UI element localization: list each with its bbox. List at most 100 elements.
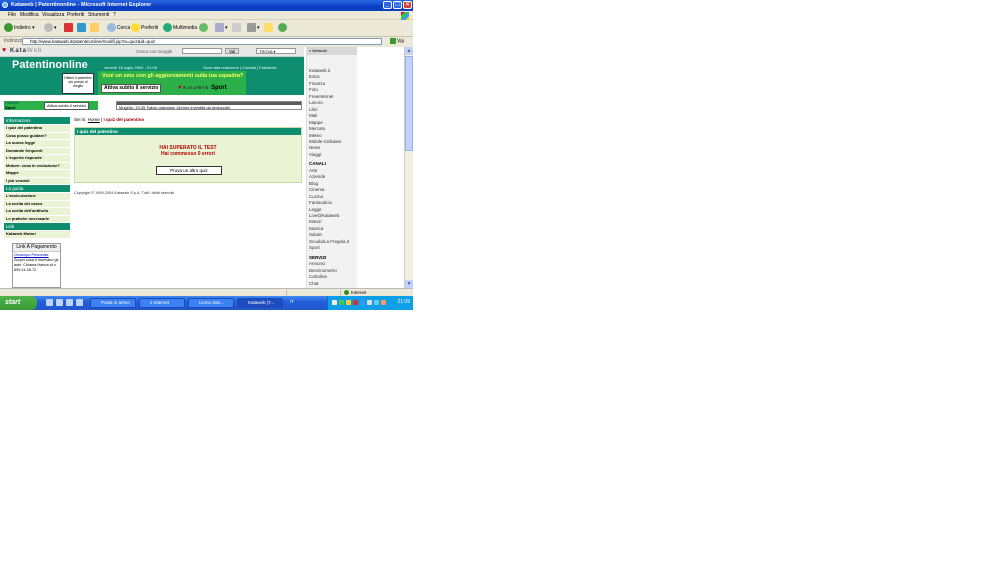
ad-activate-button[interactable]: Attiva subito il servizio <box>101 84 161 93</box>
kataweb-sport-logo: ♥ KataWeb Sport <box>178 85 227 91</box>
search-button[interactable]: Cerca <box>107 22 130 34</box>
volume-icon[interactable] <box>381 300 386 305</box>
taskbar: start Posta in arrivo 2 Internet Uomo si… <box>0 296 413 310</box>
top-links[interactable]: Scrivi alla redazione | Contatti | Pubbl… <box>203 65 276 70</box>
nav-item[interactable]: Domande frequenti <box>4 148 70 155</box>
search-icon <box>107 23 116 32</box>
ie-quicklaunch-icon[interactable] <box>56 299 63 306</box>
vertical-scrollbar[interactable]: ▲ ▼ <box>404 47 413 288</box>
history-button[interactable] <box>199 22 209 34</box>
language-indicator[interactable]: IT <box>287 298 307 308</box>
star-icon <box>131 23 140 32</box>
search-go-button[interactable]: Vai <box>225 48 239 54</box>
print-button[interactable] <box>232 22 242 34</box>
maximize-button[interactable]: □ <box>393 1 402 9</box>
task-kataweb[interactable]: Kataweb (T... <box>237 298 283 308</box>
menu-strumenti[interactable]: Strumenti <box>88 12 109 18</box>
search-scope-select[interactable]: TROVA ▾ <box>256 48 296 54</box>
start-button[interactable]: start <box>0 296 37 310</box>
tray-icon[interactable] <box>353 300 358 305</box>
task-internet[interactable]: 2 Internet <box>139 298 185 308</box>
tray-icon[interactable] <box>360 300 365 305</box>
tray-icon[interactable] <box>374 300 379 305</box>
scroll-down-icon[interactable]: ▼ <box>405 280 413 288</box>
address-input[interactable]: http://www.kataweb.it/patentinonline/mod… <box>22 38 382 45</box>
retry-quiz-button[interactable]: Prova un altro quiz <box>156 166 222 175</box>
network-link[interactable]: Viaggi <box>309 152 355 158</box>
title-bar[interactable]: Kataweb | Patentinonline - Microsoft Int… <box>0 0 413 11</box>
folder-icon <box>264 23 273 32</box>
tray-icon[interactable] <box>332 300 337 305</box>
menu-visualizza[interactable]: Visualizza <box>42 12 64 18</box>
patentinonline-logo[interactable]: Patentinonline <box>12 59 88 71</box>
refresh-icon <box>77 23 86 32</box>
go-button[interactable]: Vai <box>390 38 404 44</box>
tray-icon[interactable] <box>339 300 344 305</box>
task-posta[interactable]: Posta in arrivo <box>90 298 136 308</box>
forward-button[interactable]: ▾ <box>44 22 57 34</box>
nav-item[interactable]: La nuova legge <box>4 140 70 147</box>
forward-arrow-icon <box>44 23 53 32</box>
nav-item[interactable]: I quiz del patentino <box>4 125 70 132</box>
nav-item[interactable]: I più venduti <box>4 178 70 185</box>
outlook-quicklaunch-icon[interactable] <box>66 299 73 306</box>
favorites-button[interactable]: Preferiti <box>131 22 158 34</box>
task-uomo[interactable]: Uomo sitio... <box>188 298 234 308</box>
address-label: Indirizzo <box>4 38 23 44</box>
paid-links-title: Link A Pagamento <box>13 244 60 252</box>
menu-help[interactable]: ? <box>113 12 116 18</box>
media-quicklaunch-icon[interactable] <box>76 299 83 306</box>
network-column: » Network Kataweb.itExtraFinanzaFotoFree… <box>306 47 357 288</box>
folder-button[interactable] <box>264 22 274 34</box>
edit-button[interactable]: ▾ <box>247 22 260 34</box>
back-arrow-icon <box>4 23 13 32</box>
internet-zone: Internet <box>344 290 366 295</box>
messenger-button[interactable] <box>278 22 288 34</box>
nav-item[interactable]: Le pratiche necessarie <box>4 216 70 223</box>
tray-icon[interactable] <box>367 300 372 305</box>
breadcrumb-home-link[interactable]: Home <box>88 117 100 122</box>
mail-button[interactable]: ▾ <box>215 22 228 34</box>
horoscope-link[interactable]: Oroscopo Personale <box>14 253 49 257</box>
copyright: Copyright © 1999-2004 Kataweb S.p.A. Tut… <box>74 191 174 195</box>
nav-item[interactable]: Cosa posso guidare? <box>4 133 70 140</box>
close-button[interactable]: × <box>403 1 412 9</box>
menu-modifica[interactable]: Modifica <box>20 12 39 18</box>
media-button[interactable]: Multimedia <box>163 22 197 34</box>
menu-preferiti[interactable]: Preferiti <box>67 12 84 18</box>
nav-item[interactable]: Kataweb Motori <box>4 231 70 238</box>
scroll-thumb[interactable] <box>405 56 413 151</box>
nav-item[interactable]: Mappe <box>4 170 70 177</box>
strip-activate-button[interactable]: Attiva subito il servizio <box>44 102 89 110</box>
nav-item[interactable]: La scelta del casco <box>4 201 70 208</box>
stop-button[interactable] <box>64 22 74 34</box>
nav-item[interactable]: Motore: cosa in evoluzione? <box>4 163 70 170</box>
scroll-up-icon[interactable]: ▲ <box>405 47 413 55</box>
tray-icon[interactable] <box>346 300 351 305</box>
history-icon <box>199 23 208 32</box>
kataweb-logo[interactable]: KataWeb <box>10 48 42 54</box>
minimize-button[interactable]: _ <box>383 1 392 9</box>
nav-item[interactable]: L'esperto risponde <box>4 155 70 162</box>
network-title: » Network <box>307 47 357 55</box>
menu-file[interactable]: File <box>8 12 16 18</box>
home-button[interactable] <box>90 22 100 34</box>
print-icon <box>232 23 241 32</box>
refresh-button[interactable] <box>77 22 87 34</box>
network-link[interactable]: Chat <box>309 281 355 287</box>
stamp-badge: Ottieni il patentino più presto di megli… <box>62 73 94 94</box>
network-link[interactable]: Sport <box>309 245 355 251</box>
nav-section-title: Link <box>4 223 70 230</box>
toolbar: Indietro ▾ ▾ Cerca Preferiti Multimedia … <box>0 20 413 37</box>
back-button[interactable]: Indietro ▾ <box>4 22 35 34</box>
sms-ad-banner[interactable]: Vuoi un sms con gli aggiornamenti sulla … <box>98 71 246 95</box>
nav-item[interactable]: L'assicurazione <box>4 193 70 200</box>
nav-item[interactable]: La scelta dell'antifurto <box>4 208 70 215</box>
sport-sms-strip: KataWeb Sport Attiva subito il servizio <box>4 101 98 110</box>
horoscope-text: Scopri cosa ti riservano gli astri. Chia… <box>14 258 58 272</box>
google-search-input[interactable] <box>182 48 222 54</box>
desktop-icon[interactable] <box>46 299 53 306</box>
news-ticker[interactable]: Mugello, 19:35 Twiolo olandase 14enne in… <box>116 101 302 110</box>
left-navigation: InformazioniI quiz del patentinoCosa pos… <box>4 117 70 239</box>
heart-logo-icon: ♥ <box>2 47 6 54</box>
